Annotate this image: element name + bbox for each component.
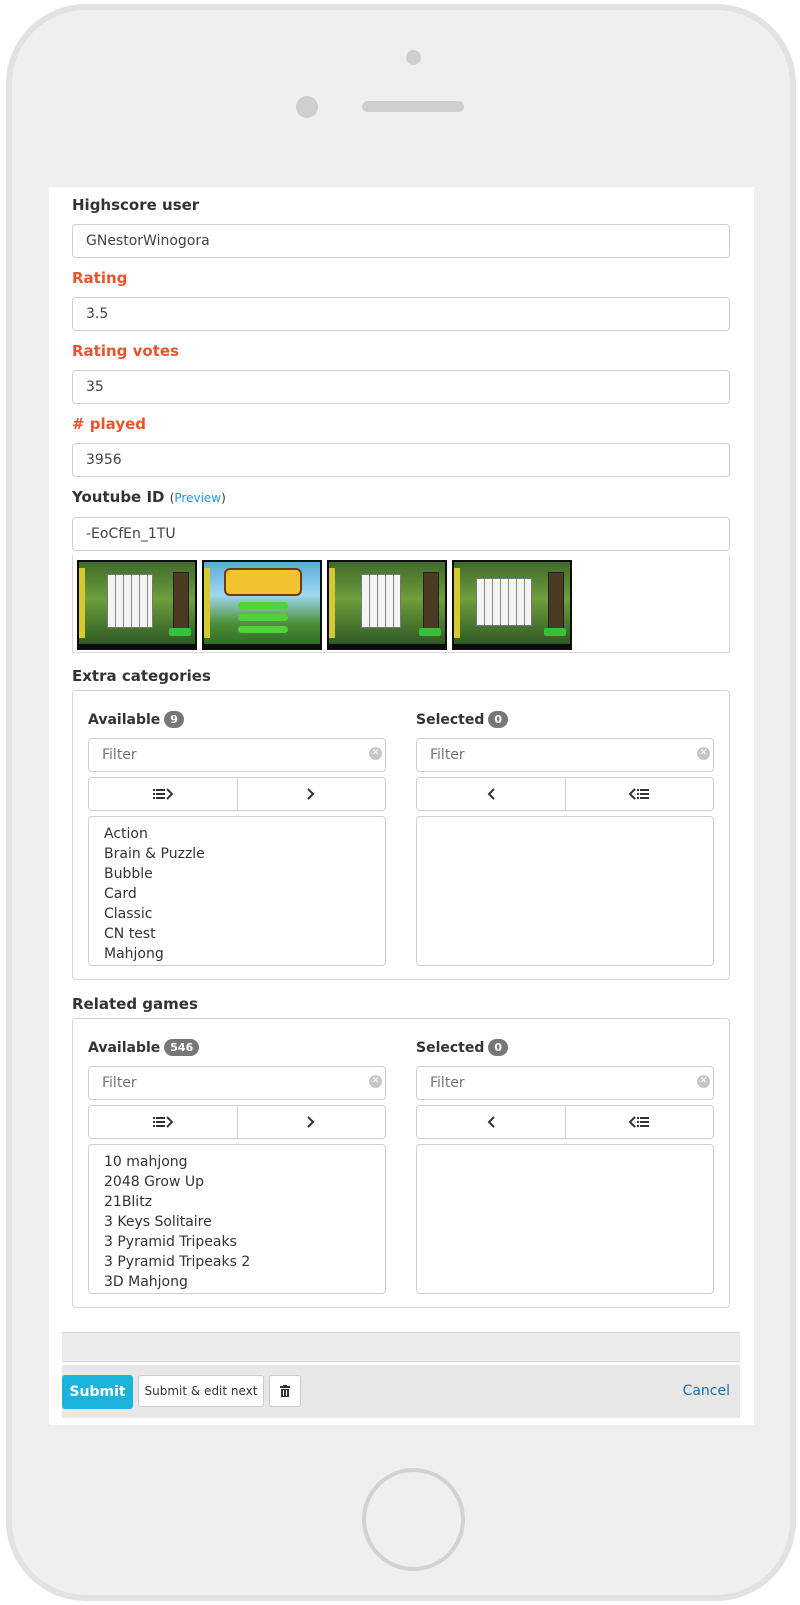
move-selected-right-button[interactable] xyxy=(237,777,386,811)
selected-header: Selected 0 xyxy=(416,711,509,728)
clear-filter-icon[interactable]: ✕ xyxy=(697,1075,710,1088)
list-arrow-left-icon xyxy=(629,788,650,800)
played-input[interactable] xyxy=(72,443,730,477)
phone-home-button[interactable] xyxy=(362,1468,465,1571)
selected-label: Selected xyxy=(416,1039,485,1056)
chevron-left-icon xyxy=(487,788,495,800)
selected-move-buttons xyxy=(416,1105,714,1139)
move-all-right-button[interactable] xyxy=(88,1105,238,1139)
played-label: # played xyxy=(72,415,147,433)
related-games-picker: Available 546 ✕ 10 mahjong 2048 Grow Up … xyxy=(72,1018,730,1308)
list-item[interactable]: 2048 Grow Up xyxy=(104,1172,370,1192)
phone-camera xyxy=(296,96,318,118)
rating-votes-label: Rating votes xyxy=(72,342,179,360)
highscore-user-label: Highscore user xyxy=(72,196,200,214)
selected-listbox[interactable] xyxy=(416,816,714,966)
available-move-buttons xyxy=(88,1105,386,1139)
phone-screen: Highscore user Rating Rating votes # pla… xyxy=(49,187,754,1425)
submit-button[interactable]: Submit xyxy=(62,1375,133,1409)
available-filter-input[interactable] xyxy=(88,738,386,772)
cancel-link[interactable]: Cancel xyxy=(683,1383,730,1399)
list-arrow-left-icon xyxy=(629,1116,650,1128)
available-count-badge: 9 xyxy=(164,711,184,728)
screenshot-strip xyxy=(72,555,730,653)
phone-speaker xyxy=(362,101,464,112)
list-arrow-right-icon xyxy=(152,1116,173,1128)
delete-button[interactable] xyxy=(269,1375,301,1407)
available-filter-input[interactable] xyxy=(88,1066,386,1100)
available-listbox[interactable]: 10 mahjong 2048 Grow Up 21Blitz 3 Keys S… xyxy=(88,1144,386,1294)
highscore-user-input[interactable] xyxy=(72,224,730,258)
extra-categories-picker: Available 9 ✕ Action Brain & Puzzle Bubb… xyxy=(72,690,730,980)
list-item[interactable]: 10 mahjong xyxy=(104,1152,370,1172)
available-listbox[interactable]: Action Brain & Puzzle Bubble Card Classi… xyxy=(88,816,386,966)
list-item[interactable]: 3 Pyramid Tripeaks xyxy=(104,1232,370,1252)
rating-votes-input[interactable] xyxy=(72,370,730,404)
list-item[interactable]: Bubble xyxy=(104,864,370,884)
selected-header: Selected 0 xyxy=(416,1039,509,1056)
available-label: Available xyxy=(88,711,161,728)
youtube-id-label-text: Youtube ID xyxy=(72,488,165,506)
selected-count-badge: 0 xyxy=(488,1039,509,1056)
list-item[interactable]: Brain & Puzzle xyxy=(104,844,370,864)
list-item[interactable]: Classic xyxy=(104,904,370,924)
related-games-title: Related games xyxy=(72,995,198,1013)
list-item[interactable]: Mahjong xyxy=(104,944,370,964)
list-item[interactable]: 21Blitz xyxy=(104,1192,370,1212)
available-header: Available 9 xyxy=(88,711,184,728)
list-item[interactable]: Card xyxy=(104,884,370,904)
youtube-id-input[interactable] xyxy=(72,517,730,551)
chevron-right-icon xyxy=(307,1116,315,1128)
rating-input[interactable] xyxy=(72,297,730,331)
move-selected-left-button[interactable] xyxy=(416,777,566,811)
submit-edit-next-button[interactable]: Submit & edit next xyxy=(138,1375,264,1407)
clear-filter-icon[interactable]: ✕ xyxy=(697,747,710,760)
list-item[interactable]: Action xyxy=(104,824,370,844)
move-all-right-button[interactable] xyxy=(88,777,238,811)
trash-icon xyxy=(280,1385,290,1397)
list-item[interactable]: 3 Pyramid Tripeaks 2 xyxy=(104,1252,370,1272)
selected-filter-input[interactable] xyxy=(416,1066,714,1100)
selected-listbox[interactable] xyxy=(416,1144,714,1294)
selected-move-buttons xyxy=(416,777,714,811)
clear-filter-icon[interactable]: ✕ xyxy=(369,747,382,760)
move-all-left-button[interactable] xyxy=(565,1105,714,1139)
preview-link[interactable]: Preview xyxy=(174,491,221,505)
chevron-right-icon xyxy=(307,788,315,800)
list-arrow-right-icon xyxy=(152,788,173,800)
available-move-buttons xyxy=(88,777,386,811)
screenshot-thumbnail[interactable] xyxy=(77,560,197,650)
available-label: Available xyxy=(88,1039,161,1056)
paren-close: ) xyxy=(221,491,226,505)
phone-sensor xyxy=(406,50,421,65)
screenshot-thumbnail[interactable] xyxy=(452,560,572,650)
screenshot-thumbnail[interactable] xyxy=(327,560,447,650)
clear-filter-icon[interactable]: ✕ xyxy=(369,1075,382,1088)
list-item[interactable]: 3D Mahjong xyxy=(104,1272,370,1292)
list-item[interactable]: 3 Keys Solitaire xyxy=(104,1212,370,1232)
list-item[interactable]: CN test xyxy=(104,924,370,944)
extra-categories-title: Extra categories xyxy=(72,667,211,685)
move-all-left-button[interactable] xyxy=(565,777,714,811)
rating-label: Rating xyxy=(72,269,128,287)
available-header: Available 546 xyxy=(88,1039,200,1056)
chevron-left-icon xyxy=(487,1116,495,1128)
form-actions-bar: Submit Submit & edit next Cancel xyxy=(62,1365,740,1418)
screenshot-thumbnail[interactable] xyxy=(202,560,322,650)
selected-count-badge: 0 xyxy=(488,711,509,728)
youtube-id-label: Youtube ID (Preview) xyxy=(72,488,226,506)
selected-filter-input[interactable] xyxy=(416,738,714,772)
footer-divider xyxy=(62,1332,740,1362)
selected-label: Selected xyxy=(416,711,485,728)
move-selected-left-button[interactable] xyxy=(416,1105,566,1139)
available-count-badge: 546 xyxy=(164,1039,200,1056)
preview-wrapper: (Preview) xyxy=(170,491,226,505)
move-selected-right-button[interactable] xyxy=(237,1105,386,1139)
